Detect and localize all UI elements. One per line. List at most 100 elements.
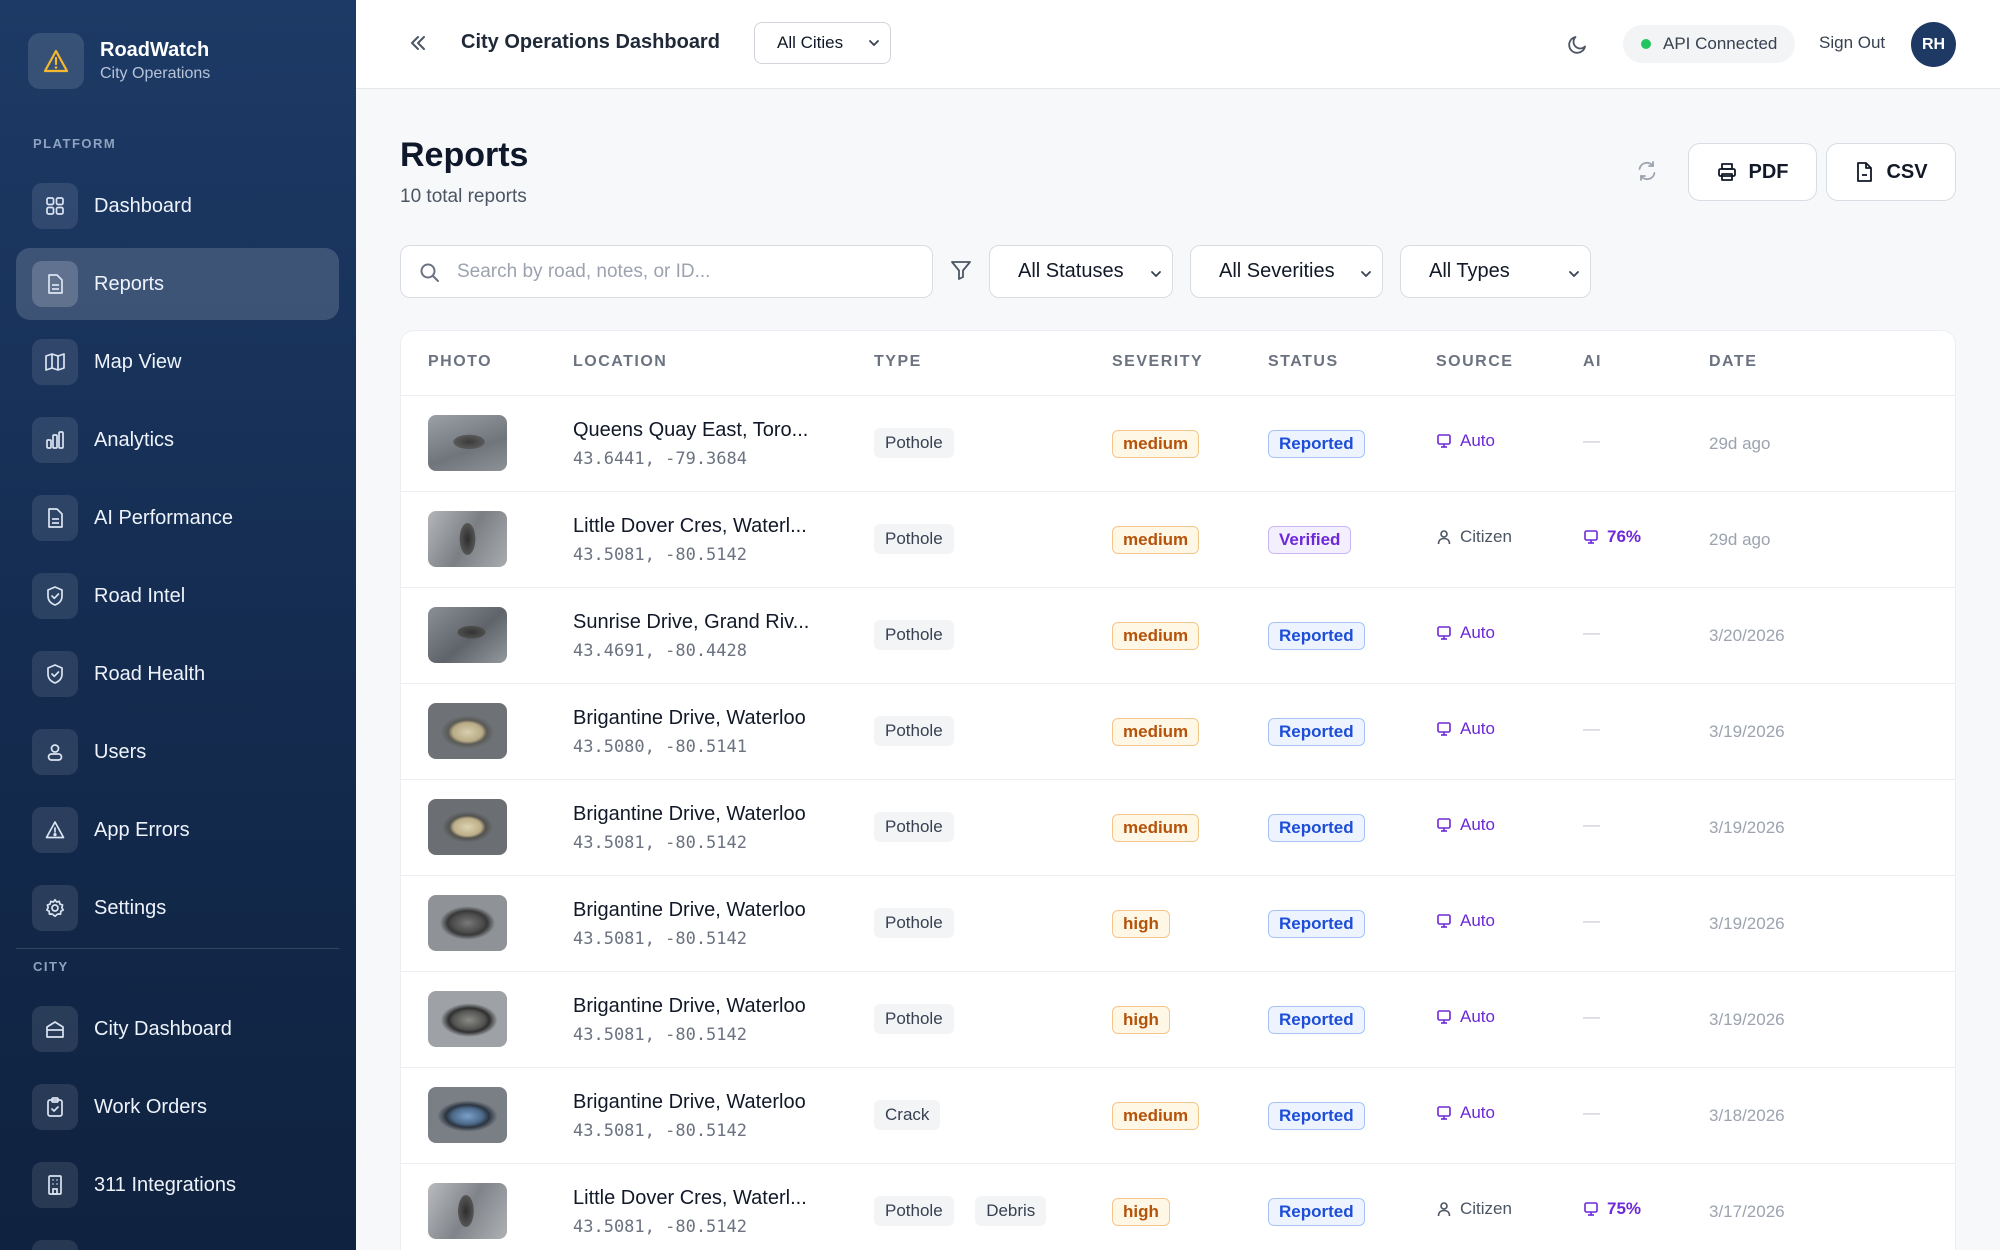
source-label: Citizen bbox=[1436, 1199, 1512, 1219]
report-photo-thumbnail[interactable] bbox=[428, 703, 507, 759]
report-photo-thumbnail[interactable] bbox=[428, 991, 507, 1047]
ai-confidence-value: 75% bbox=[1607, 1199, 1642, 1218]
status-filter-value: All Statuses bbox=[1018, 260, 1124, 282]
table-row[interactable]: Little Dover Cres, Waterl... 43.5081, -8… bbox=[401, 1163, 1955, 1250]
report-photo-thumbnail[interactable] bbox=[428, 799, 507, 855]
sidebar-item-reports[interactable]: Reports bbox=[16, 248, 339, 320]
column-header-source[interactable]: SOURCE bbox=[1436, 353, 1513, 371]
table-row[interactable]: Brigantine Drive, Waterloo 43.5081, -80.… bbox=[401, 779, 1955, 875]
type-filter-select[interactable]: All Types bbox=[1400, 245, 1591, 298]
status-badge: Reported bbox=[1268, 622, 1365, 650]
sidebar-item-work-orders[interactable]: Work Orders bbox=[16, 1071, 339, 1143]
table-row[interactable]: Brigantine Drive, Waterloo 43.5081, -80.… bbox=[401, 971, 1955, 1067]
severity-badge: high bbox=[1112, 1006, 1170, 1034]
refresh-icon[interactable] bbox=[1635, 159, 1659, 188]
sidebar-item-label: Analytics bbox=[94, 428, 175, 451]
table-row[interactable]: Queens Quay East, Toro... 43.6441, -79.3… bbox=[401, 395, 1955, 491]
severity-badge: high bbox=[1112, 910, 1170, 938]
report-photo-thumbnail[interactable] bbox=[428, 1183, 507, 1239]
report-date: 3/17/2026 bbox=[1709, 1202, 1785, 1221]
sidebar-item-road-intel[interactable]: Road Intel bbox=[16, 560, 339, 632]
source-label: Auto bbox=[1436, 719, 1495, 739]
table-row[interactable]: Little Dover Cres, Waterl... 43.5081, -8… bbox=[401, 491, 1955, 587]
export-csv-button[interactable]: CSV bbox=[1826, 143, 1956, 201]
status-filter-select[interactable]: All Statuses bbox=[989, 245, 1173, 298]
sidebar-item-map-view[interactable]: Map View bbox=[16, 326, 339, 398]
table-row[interactable]: Brigantine Drive, Waterloo 43.5081, -80.… bbox=[401, 875, 1955, 971]
monitor-icon bbox=[1436, 721, 1460, 737]
severity-filter-select[interactable]: All Severities bbox=[1190, 245, 1383, 298]
report-photo-thumbnail[interactable] bbox=[428, 511, 507, 567]
sign-out-button[interactable]: Sign Out bbox=[1819, 33, 1885, 53]
report-photo-thumbnail[interactable] bbox=[428, 1087, 507, 1143]
column-header-date[interactable]: DATE bbox=[1709, 353, 1757, 371]
report-date: 3/19/2026 bbox=[1709, 818, 1785, 837]
report-photo-thumbnail[interactable] bbox=[428, 607, 507, 663]
moon-icon[interactable] bbox=[1566, 32, 1590, 61]
source-text: Citizen bbox=[1460, 1199, 1512, 1218]
sidebar-divider bbox=[16, 948, 339, 949]
location-name: Sunrise Drive, Grand Riv... bbox=[573, 611, 810, 633]
severity-badge: high bbox=[1112, 1198, 1170, 1226]
sidebar-item-app-errors[interactable]: App Errors bbox=[16, 794, 339, 866]
page-title: Reports bbox=[400, 136, 529, 174]
sidebar-item-city-dashboard[interactable]: City Dashboard bbox=[16, 993, 339, 1065]
column-header-photo[interactable]: PHOTO bbox=[428, 353, 492, 371]
sidebar-item-partial[interactable] bbox=[16, 1227, 339, 1250]
sidebar-item-analytics[interactable]: Analytics bbox=[16, 404, 339, 476]
column-header-location[interactable]: LOCATION bbox=[573, 353, 667, 371]
shield-icon bbox=[32, 651, 78, 697]
chevron-down-icon bbox=[1148, 265, 1164, 288]
sidebar-item-users[interactable]: Users bbox=[16, 716, 339, 788]
chevron-down-icon bbox=[1358, 265, 1374, 288]
severity-badge: medium bbox=[1112, 814, 1200, 842]
sidebar-item-label: City Dashboard bbox=[94, 1017, 232, 1040]
table-row[interactable]: Sunrise Drive, Grand Riv... 43.4691, -80… bbox=[401, 587, 1955, 683]
shield-icon bbox=[32, 573, 78, 619]
sidebar-item-311-integrations[interactable]: 311 Integrations bbox=[16, 1149, 339, 1221]
column-header-severity[interactable]: SEVERITY bbox=[1112, 353, 1203, 371]
gear-icon bbox=[32, 885, 78, 931]
location-name: Brigantine Drive, Waterloo bbox=[573, 899, 806, 921]
sidebar-item-label: Settings bbox=[94, 896, 167, 919]
location-name: Little Dover Cres, Waterl... bbox=[573, 515, 807, 537]
table-row[interactable]: Brigantine Drive, Waterloo 43.5080, -80.… bbox=[401, 683, 1955, 779]
report-date: 3/19/2026 bbox=[1709, 722, 1785, 741]
location-coordinates: 43.5081, -80.5142 bbox=[573, 833, 747, 853]
collapse-sidebar-icon[interactable] bbox=[407, 32, 429, 59]
avatar[interactable]: RH bbox=[1911, 22, 1956, 67]
column-header-ai[interactable]: AI bbox=[1583, 353, 1602, 371]
column-header-type[interactable]: TYPE bbox=[874, 353, 922, 371]
report-photo-thumbnail[interactable] bbox=[428, 415, 507, 471]
sidebar-item-road-health[interactable]: Road Health bbox=[16, 638, 339, 710]
report-date: 3/19/2026 bbox=[1709, 1010, 1785, 1029]
type-chip: Pothole bbox=[874, 428, 954, 458]
city-select[interactable]: All Cities bbox=[754, 22, 891, 64]
document-icon bbox=[32, 261, 78, 307]
api-status-label: API Connected bbox=[1663, 34, 1778, 53]
report-photo-thumbnail[interactable] bbox=[428, 895, 507, 951]
status-badge: Reported bbox=[1268, 430, 1365, 458]
ai-confidence-value: — bbox=[1583, 431, 1600, 450]
source-text: Auto bbox=[1460, 431, 1495, 450]
source-text: Auto bbox=[1460, 911, 1495, 930]
sidebar-item-ai-performance[interactable]: AI Performance bbox=[16, 482, 339, 554]
status-badge: Reported bbox=[1268, 1198, 1365, 1226]
export-pdf-button[interactable]: PDF bbox=[1688, 143, 1817, 201]
partial-icon bbox=[32, 1240, 78, 1250]
source-text: Auto bbox=[1460, 1103, 1495, 1122]
table-row[interactable]: Brigantine Drive, Waterloo 43.5081, -80.… bbox=[401, 1067, 1955, 1163]
report-date: 3/19/2026 bbox=[1709, 914, 1785, 933]
search-input[interactable] bbox=[457, 256, 917, 288]
location-coordinates: 43.6441, -79.3684 bbox=[573, 449, 747, 469]
location-coordinates: 43.5081, -80.5142 bbox=[573, 1217, 747, 1237]
chevron-down-icon bbox=[1566, 265, 1582, 288]
filter-icon[interactable] bbox=[950, 259, 972, 286]
column-header-status[interactable]: STATUS bbox=[1268, 353, 1339, 371]
sidebar-item-dashboard[interactable]: Dashboard bbox=[16, 170, 339, 242]
brand[interactable]: RoadWatch City Operations bbox=[28, 33, 210, 89]
sidebar-item-settings[interactable]: Settings bbox=[16, 872, 339, 944]
search-box[interactable] bbox=[400, 245, 933, 298]
source-text: Auto bbox=[1460, 719, 1495, 738]
severity-badge: medium bbox=[1112, 430, 1200, 458]
